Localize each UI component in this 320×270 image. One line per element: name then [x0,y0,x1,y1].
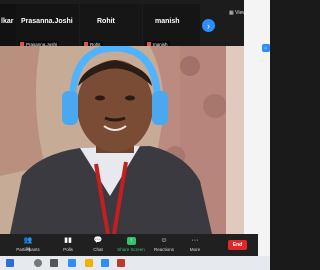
more-icon: ··· [191,237,199,244]
main-video [0,46,244,234]
participant-thumbnail[interactable]: Prasanna.Joshi Prasanna.Joshi [16,4,79,48]
participant-name: Prasanna.Joshi [21,18,73,25]
app-icon[interactable] [117,259,125,267]
more-label: More [189,247,201,252]
reactions-button[interactable]: ☺ Reactions [150,234,178,256]
more-button[interactable]: ··· More [181,234,209,256]
participant-thumbnail[interactable]: Rohit Rohit [80,4,142,48]
zoom-app-icon[interactable] [101,259,109,267]
start-icon[interactable] [6,259,14,267]
speaker-video-feed [0,46,244,234]
share-screen-icon: ↑ [126,237,136,245]
search-icon[interactable] [34,259,42,267]
browser-icon[interactable] [68,259,76,267]
chat-button[interactable]: 💬 Chat [84,234,112,256]
participant-name: lkar [1,18,14,25]
participants-button[interactable]: 👥34 Participants [14,234,42,256]
panel-chip-icon[interactable]: ⌂ [262,44,270,52]
reactions-label: Reactions [153,247,174,252]
participant-name: Rohit [97,18,115,25]
os-taskbar [0,256,270,270]
end-meeting-button[interactable]: End [228,240,247,250]
share-screen-label: Share Screen [117,247,145,252]
chat-icon: 💬 [93,237,103,244]
participant-name: manish [155,18,180,25]
polls-button[interactable]: ▮▮ Polls [54,234,82,256]
side-panel [244,0,270,270]
folder-icon[interactable] [85,259,93,267]
polls-label: Polls [63,247,73,252]
participant-thumbnail[interactable]: manish manish [143,4,200,48]
reactions-icon: ☺ [160,237,168,244]
panel-text: · [262,58,264,63]
polls-icon: ▮▮ [64,237,72,244]
task-view-icon[interactable] [50,259,58,267]
chat-label: Chat [93,247,103,252]
participants-label: Participants [16,247,40,252]
participants-icon: 👥34 [23,237,33,251]
meeting-toolbar: 👥34 Participants ▮▮ Polls 💬 Chat ↑ Share… [0,234,258,256]
share-screen-button[interactable]: ↑ Share Screen [117,234,145,256]
participant-strip: lkar Prasanna.Joshi Prasanna.Joshi Rohit… [0,0,258,48]
next-page-arrow-icon[interactable]: › [202,19,215,32]
